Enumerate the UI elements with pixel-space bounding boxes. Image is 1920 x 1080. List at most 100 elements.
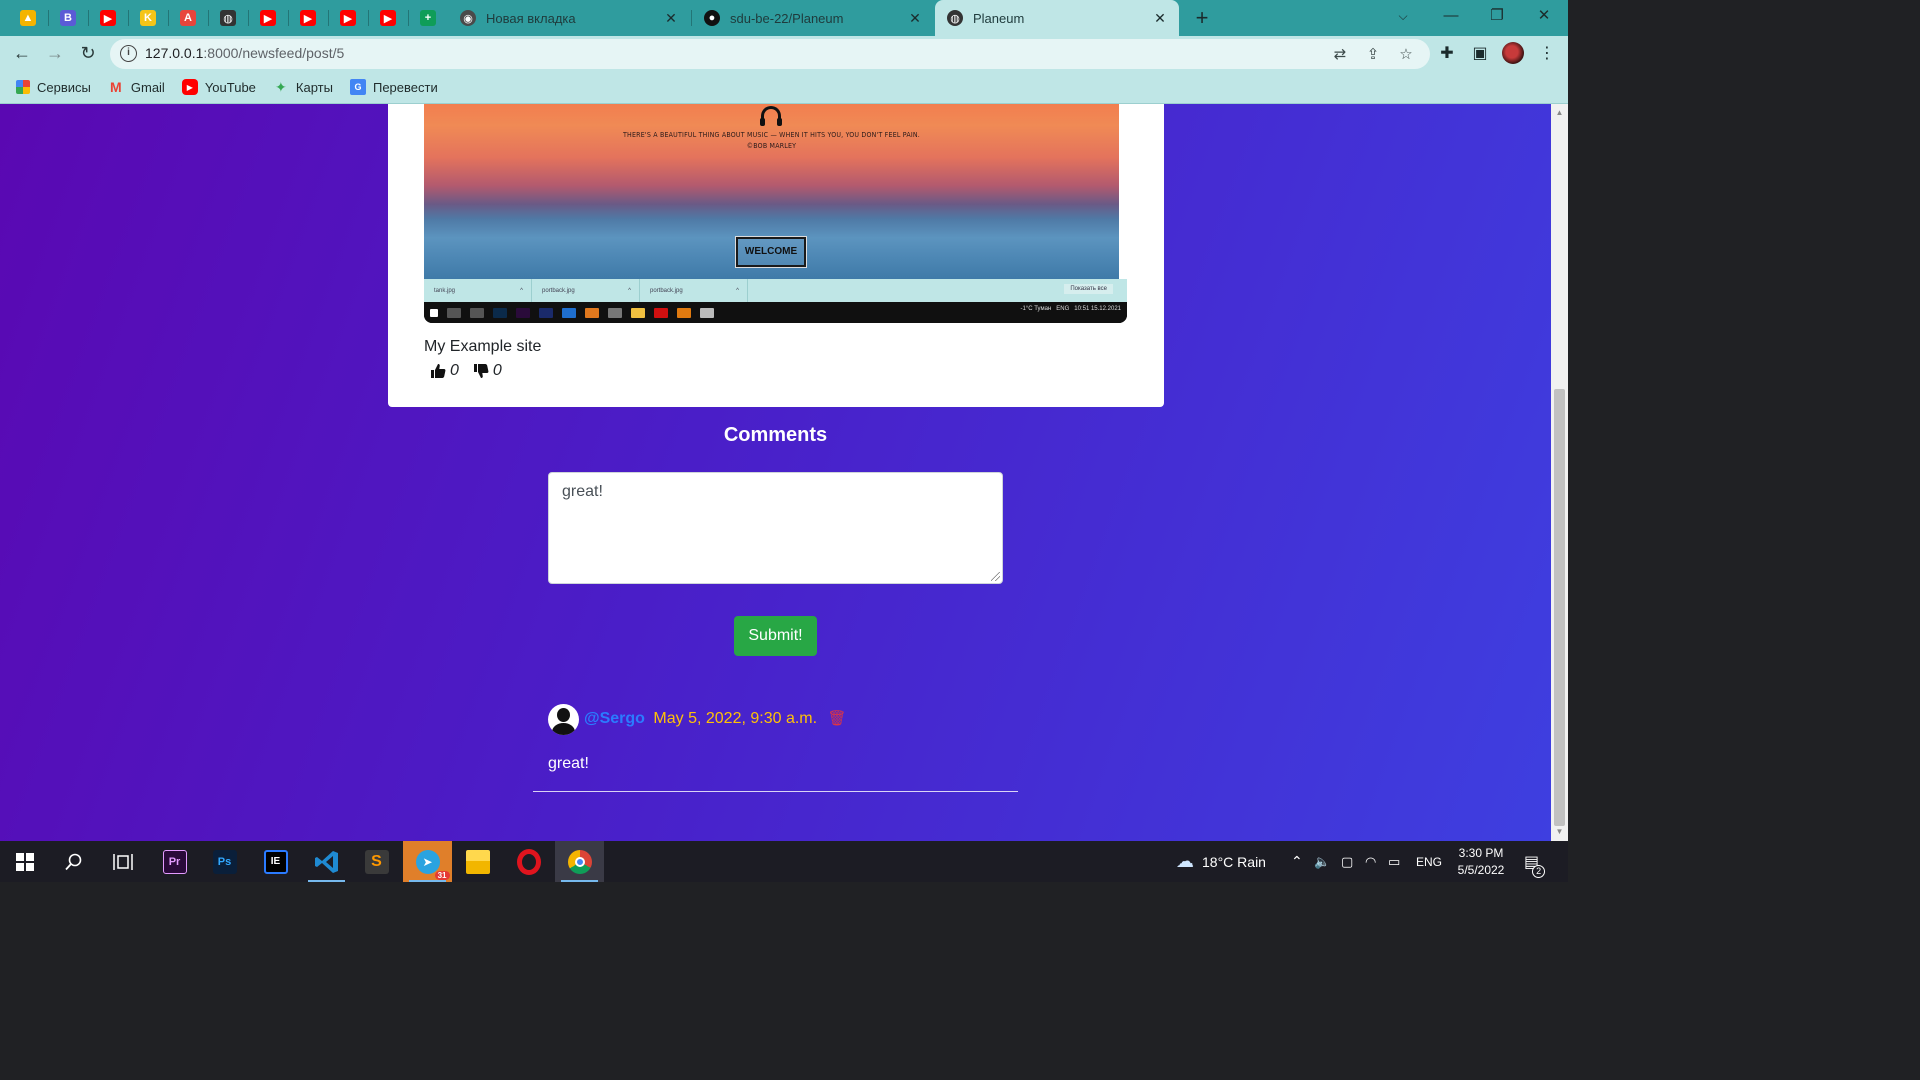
thumbs-up-icon[interactable] [430, 363, 446, 379]
taskbar-intellij[interactable]: IE [251, 841, 300, 882]
pinned-tab[interactable]: ▶ [88, 0, 128, 36]
bookmark-star-icon[interactable]: ☆ [1396, 45, 1416, 65]
comment-date: May 5, 2022, 9:30 a.m. [653, 710, 818, 727]
battery-icon[interactable]: ▭ [1388, 841, 1400, 882]
taskbar-explorer[interactable] [453, 841, 502, 882]
meet-now-icon[interactable]: ▢ [1341, 841, 1353, 882]
close-window-button[interactable]: ✕ [1521, 0, 1567, 36]
pinned-tab[interactable]: ▶ [368, 0, 408, 36]
taskbar-premiere[interactable]: Pr [150, 841, 199, 882]
bookmark-gmail[interactable]: M Gmail [108, 79, 165, 95]
trash-icon[interactable]: 🗑 [828, 710, 847, 727]
comment-body: great! [548, 755, 589, 772]
start-button[interactable] [0, 841, 49, 882]
tab-github[interactable]: ● sdu-be-22/Planeum ✕ [692, 0, 934, 36]
pinned-tab[interactable]: ▶ [248, 0, 288, 36]
profile-avatar[interactable] [1502, 42, 1524, 64]
site-info-icon[interactable]: i [120, 45, 137, 62]
bookmark-translate[interactable]: G Перевести [349, 79, 438, 95]
opera-icon [654, 307, 668, 318]
premiere-icon [516, 307, 530, 318]
notification-center[interactable]: ▤ 2 [1524, 841, 1546, 882]
scroll-down-arrow[interactable]: ▼ [1551, 825, 1568, 839]
back-button[interactable]: ← [8, 39, 36, 67]
quote-author: ©BOB MARLEY [746, 142, 797, 150]
scrollbar-thumb[interactable] [1554, 389, 1565, 826]
address-bar[interactable]: i 127.0.0.1:8000/newsfeed/post/5 ⇄ ⇪ ☆ [110, 39, 1430, 69]
post-image[interactable]: THERE'S A BEAUTIFUL THING ABOUT MUSIC — … [424, 104, 1127, 323]
notification-count: 2 [1532, 864, 1546, 878]
tab-title: Новая вкладка [486, 10, 576, 26]
comment-meta: @Sergo May 5, 2022, 9:30 a.m. 🗑 [584, 709, 847, 728]
url-text[interactable]: 127.0.0.1:8000/newsfeed/post/5 [145, 45, 344, 61]
comment-author[interactable]: @Sergo [584, 710, 645, 727]
gmail-icon: M [110, 79, 122, 95]
bookmark-label: Gmail [130, 79, 165, 95]
wifi-icon[interactable]: ◠ [1365, 841, 1376, 882]
pinned-tab[interactable]: K [128, 0, 168, 36]
forward-button[interactable]: → [41, 39, 69, 67]
bookmarks-bar: Сервисы M Gmail ▶ YouTube ✦ Карты G Пере… [0, 71, 1568, 104]
textarea-resize-handle[interactable] [991, 572, 1000, 581]
reload-button[interactable]: ↻ [74, 39, 102, 67]
tab-planeum[interactable]: ◍ Planeum ✕ [935, 0, 1179, 36]
close-icon[interactable]: ✕ [906, 10, 924, 27]
taskbar-telegram[interactable]: ➤ 31 [403, 841, 452, 882]
tab-new-tab[interactable]: ◉ Новая вкладка ✕ [448, 0, 690, 36]
weather-text: 18°C Rain [1202, 853, 1266, 870]
bookmark-services[interactable]: Сервисы [16, 80, 91, 95]
menu-kebab-icon[interactable]: ⋮ [1535, 42, 1559, 66]
page-scrollbar[interactable]: ▲ ▼ [1551, 104, 1568, 841]
chrome-icon [608, 307, 622, 318]
telegram-icon: ➤ 31 [415, 849, 450, 880]
close-icon[interactable]: ✕ [1151, 10, 1169, 27]
tab-title: sdu-be-22/Planeum [730, 10, 844, 26]
taskbar-chrome[interactable] [555, 841, 604, 882]
folder-icon [465, 849, 490, 874]
volume-icon[interactable]: 🔈 [1314, 841, 1330, 882]
b-app-icon: B [60, 10, 76, 26]
new-tab-button[interactable]: + [1188, 4, 1216, 32]
translate-page-icon[interactable]: ⇄ [1330, 45, 1350, 65]
pinned-tab[interactable]: A [168, 0, 208, 36]
pinned-tab[interactable]: B [48, 0, 88, 36]
tab-search-button[interactable]: ⌵ [1380, 0, 1426, 36]
pinned-tab[interactable]: + [408, 0, 448, 36]
side-panel-icon[interactable]: ▣ [1468, 42, 1492, 66]
globe-icon: ◍ [947, 10, 963, 26]
pinned-tab[interactable]: ▶ [288, 0, 328, 36]
search-button[interactable] [49, 841, 98, 882]
vscode-icon [562, 307, 576, 318]
youtube-icon: ▶ [260, 10, 276, 26]
extensions-icon[interactable]: ✚ [1435, 42, 1459, 66]
scroll-up-arrow[interactable]: ▲ [1551, 106, 1568, 120]
taskbar-sublime[interactable]: S [352, 841, 401, 882]
bookmark-youtube[interactable]: ▶ YouTube [181, 79, 256, 95]
tray-overflow-chevron[interactable]: ⌃ [1291, 841, 1303, 882]
translate-app-icon: A [180, 10, 196, 26]
restore-button[interactable]: ❐ [1474, 0, 1520, 36]
comment-input[interactable] [548, 472, 1003, 584]
close-icon[interactable]: ✕ [662, 10, 680, 27]
k-app-icon: K [140, 10, 156, 26]
weather-widget[interactable]: ☁ 18°C Rain [1176, 841, 1266, 882]
bookmark-maps[interactable]: ✦ Карты [273, 79, 333, 95]
notifications-icon: ▤ 2 [1524, 852, 1546, 878]
clock[interactable]: 3:30 PM 5/5/2022 [1446, 845, 1516, 879]
thumbs-down-icon[interactable] [473, 363, 489, 379]
rain-cloud-icon: ☁ [1176, 851, 1194, 871]
minimize-button[interactable]: — [1428, 0, 1474, 36]
youtube-icon: ▶ [340, 10, 356, 26]
share-icon[interactable]: ⇪ [1363, 45, 1383, 65]
task-view-button[interactable] [98, 841, 147, 882]
language-indicator[interactable]: ENG [1416, 841, 1442, 882]
submit-button[interactable]: Submit! [734, 616, 817, 656]
pinned-tab[interactable]: ◍ [208, 0, 248, 36]
taskbar-photoshop[interactable]: Ps [200, 841, 249, 882]
taskbar-vscode[interactable] [302, 841, 351, 882]
taskbar-opera[interactable] [504, 841, 553, 882]
pinned-tab[interactable]: ▶ [328, 0, 368, 36]
bookmark-label: Перевести [372, 79, 438, 95]
quote-line: THERE'S A BEAUTIFUL THING ABOUT MUSIC — … [623, 131, 920, 139]
pinned-tab[interactable]: ▲ [8, 0, 48, 36]
